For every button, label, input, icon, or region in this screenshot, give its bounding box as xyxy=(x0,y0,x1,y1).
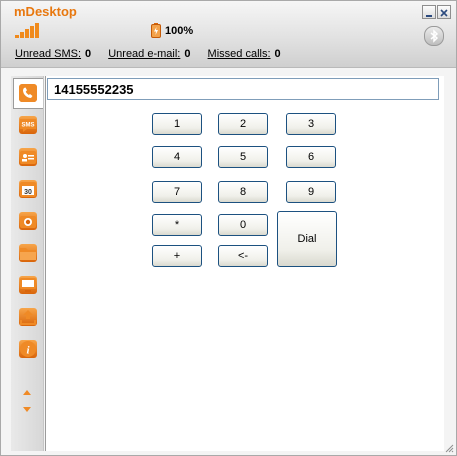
bluetooth-icon xyxy=(430,29,439,43)
key-6[interactable]: 6 xyxy=(286,146,336,168)
key-plus[interactable]: + xyxy=(152,245,202,267)
folder-icon xyxy=(19,244,37,262)
key-star[interactable]: * xyxy=(152,214,202,236)
svg-text:30: 30 xyxy=(24,189,32,196)
camera-icon xyxy=(19,212,37,230)
bluetooth-button[interactable] xyxy=(424,26,444,46)
battery-level: 100% xyxy=(165,25,194,37)
sidebar-item-sms[interactable]: SMS xyxy=(13,110,41,139)
contacts-icon xyxy=(19,148,37,166)
sidebar-item-camera[interactable] xyxy=(13,206,41,235)
calendar-icon: 30 xyxy=(19,180,37,198)
battery-icon xyxy=(151,23,161,38)
close-icon xyxy=(440,9,448,17)
key-1[interactable]: 1 xyxy=(152,113,202,135)
key-8[interactable]: 8 xyxy=(218,181,268,203)
close-button[interactable] xyxy=(437,5,451,19)
resize-grip-icon[interactable] xyxy=(444,443,454,453)
key-9[interactable]: 9 xyxy=(286,181,336,203)
sidebar-item-calendar[interactable]: 30 xyxy=(13,174,41,203)
key-7[interactable]: 7 xyxy=(152,181,202,203)
missed-calls-link[interactable]: Missed calls: xyxy=(208,48,271,60)
key-5[interactable]: 5 xyxy=(218,146,268,168)
key-4[interactable]: 4 xyxy=(152,146,202,168)
key-0[interactable]: 0 xyxy=(218,214,268,236)
sidebar-item-sync[interactable] xyxy=(13,302,41,331)
app-title: mDesktop xyxy=(14,4,77,19)
backspace-button[interactable]: <- xyxy=(218,245,268,267)
svg-text:SMS: SMS xyxy=(21,123,34,129)
info-icon: i xyxy=(19,340,37,358)
missed-calls-count: 0 xyxy=(274,48,281,60)
title-bar: mDesktop 100% Unread SMS: 0 Unread e-mai… xyxy=(1,1,456,68)
key-2[interactable]: 2 xyxy=(218,113,268,135)
scroll-down-icon xyxy=(23,407,31,412)
sidebar-scroll-arrows[interactable] xyxy=(20,387,34,415)
unread-sms-count: 0 xyxy=(85,48,92,60)
key-3[interactable]: 3 xyxy=(286,113,336,135)
minimize-button[interactable] xyxy=(422,5,436,19)
unread-sms-link[interactable]: Unread SMS: xyxy=(15,48,81,60)
sidebar-item-screen[interactable] xyxy=(13,270,41,299)
sms-icon: SMS xyxy=(19,116,37,134)
scroll-up-icon xyxy=(23,390,31,395)
phone-icon xyxy=(19,84,37,102)
signal-strength-icon xyxy=(15,23,49,38)
monitor-icon xyxy=(19,276,37,294)
upload-icon xyxy=(19,308,37,326)
sidebar-item-files[interactable] xyxy=(13,238,41,267)
phone-number-input[interactable] xyxy=(47,78,439,100)
sidebar: SMS 30 i xyxy=(11,76,44,451)
app-window: mDesktop 100% Unread SMS: 0 Unread e-mai… xyxy=(0,0,457,456)
sidebar-item-phone[interactable] xyxy=(13,78,43,109)
minimize-icon xyxy=(426,15,432,17)
unread-email-count: 0 xyxy=(184,48,191,60)
sidebar-item-info[interactable]: i xyxy=(13,334,41,363)
sidebar-item-contacts[interactable] xyxy=(13,142,41,171)
unread-email-link[interactable]: Unread e-mail: xyxy=(108,48,180,60)
dial-button[interactable]: Dial xyxy=(277,211,337,267)
notification-counts: Unread SMS: 0 Unread e-mail: 0 Missed call… xyxy=(15,48,295,60)
